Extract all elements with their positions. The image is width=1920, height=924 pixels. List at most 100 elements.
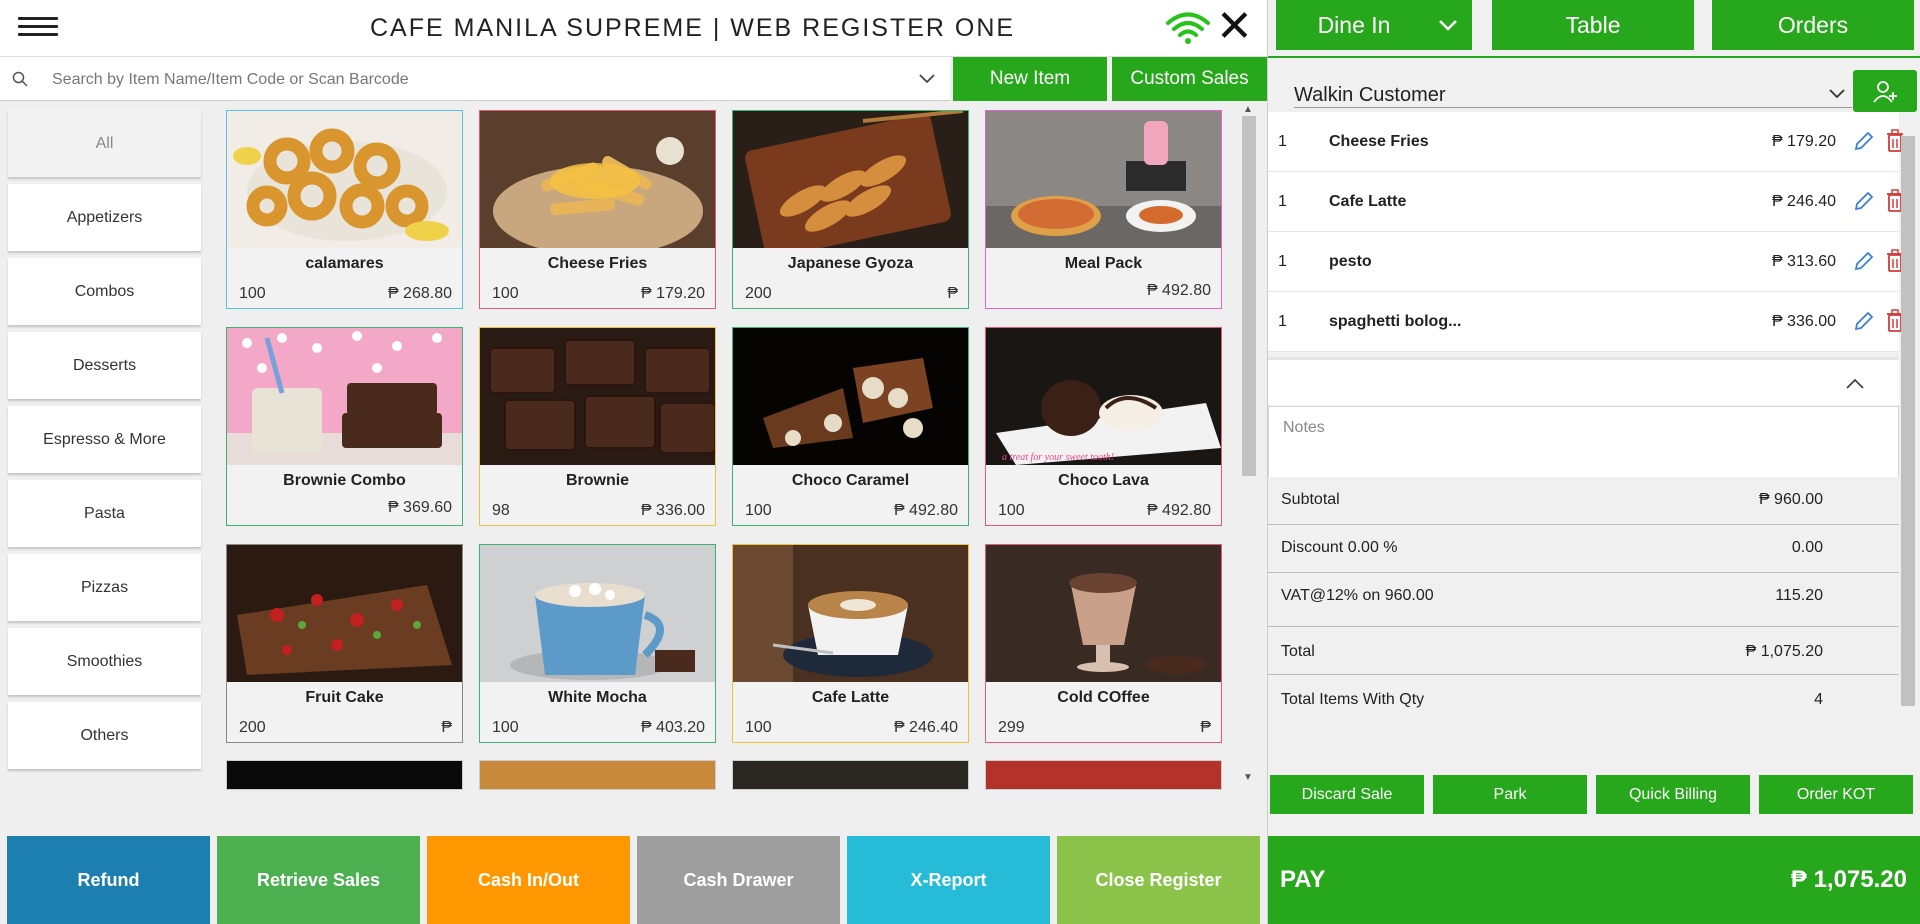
refund-button[interactable]: Refund (7, 836, 210, 924)
product-stock: 100 (492, 719, 519, 736)
product-image (480, 328, 715, 465)
product-card[interactable]: Fruit Cake 200 ₱ (226, 544, 463, 743)
discount-value: 0.00 (1791, 539, 1823, 556)
items-row: Total Items With Qty 4 (1268, 675, 1899, 723)
close-register-button[interactable]: Close Register (1057, 836, 1260, 924)
product-image (227, 111, 462, 248)
cart-item-price: ₱ 336.00 (1771, 313, 1836, 330)
product-card[interactable]: Meal Pack ₱ 492.80 (985, 110, 1222, 309)
x-report-button[interactable]: X-Report (847, 836, 1050, 924)
product-card[interactable]: Japanese Gyoza 200 ₱ (732, 110, 969, 309)
category-smoothies[interactable]: Smoothies (8, 628, 201, 695)
category-combos[interactable]: Combos (8, 258, 201, 325)
product-card-partial[interactable] (226, 760, 463, 790)
cash-drawer-button[interactable]: Cash Drawer (637, 836, 840, 924)
scroll-down-icon[interactable]: ▼ (1243, 772, 1253, 783)
product-stock: 100 (998, 502, 1025, 519)
category-espresso[interactable]: Espresso & More (8, 406, 201, 473)
search-bar (0, 57, 950, 101)
product-card[interactable]: a treat for your sweet tooth! Choco Lava… (985, 327, 1222, 526)
order-scrollbar[interactable] (1900, 132, 1916, 722)
product-price: ₱ 179.20 (640, 285, 705, 302)
category-all[interactable]: All (8, 110, 201, 177)
cart-item-price: ₱ 313.60 (1771, 253, 1836, 270)
dine-in-dropdown[interactable]: Dine In (1276, 0, 1472, 50)
table-button[interactable]: Table (1492, 0, 1694, 50)
retrieve-sales-button[interactable]: Retrieve Sales (217, 836, 420, 924)
chevron-down-icon[interactable] (918, 73, 936, 85)
category-desserts[interactable]: Desserts (8, 332, 201, 399)
product-name: Cheese Fries (547, 255, 648, 272)
cart-item-name: pesto (1329, 253, 1372, 270)
notes-field[interactable] (1268, 406, 1899, 478)
pay-amount: ₱ 1,075.20 (1790, 866, 1907, 893)
order-panel: Dine In Table Orders Walkin Customer 1 C… (1267, 0, 1920, 924)
orders-button[interactable]: Orders (1712, 0, 1914, 50)
divider (1268, 56, 1920, 58)
vat-row: VAT@12% on 960.00 115.20 (1268, 573, 1899, 627)
product-stock: 200 (239, 719, 266, 736)
category-appetizers[interactable]: Appetizers (8, 184, 201, 251)
product-card[interactable]: White Mocha 100 ₱ 403.20 (479, 544, 716, 743)
cart-row[interactable]: 1 pesto ₱ 313.60 (1268, 232, 1903, 292)
discount-row: Discount 0.00 % 0.00 (1268, 525, 1899, 573)
chevron-down-icon (1439, 20, 1457, 31)
dine-in-label: Dine In (1317, 12, 1391, 38)
edit-icon[interactable] (1853, 130, 1875, 152)
product-card[interactable]: Choco Caramel 100 ₱ 492.80 (732, 327, 969, 526)
total-label: Total (1281, 643, 1315, 660)
chevron-up-icon[interactable] (1845, 378, 1865, 390)
product-name: Brownie Combo (283, 472, 406, 489)
edit-icon[interactable] (1853, 250, 1875, 272)
close-icon[interactable]: ✕ (1216, 5, 1253, 49)
product-card[interactable]: Cafe Latte 100 ₱ 246.40 (732, 544, 969, 743)
edit-icon[interactable] (1853, 310, 1875, 332)
product-price: ₱ 492.80 (1146, 502, 1211, 519)
custom-sales-button[interactable]: Custom Sales (1112, 57, 1267, 101)
product-stock: 98 (492, 502, 510, 519)
product-card-partial[interactable] (985, 760, 1222, 790)
discount-label: Discount 0.00 % (1281, 539, 1398, 556)
cart-row[interactable]: 1 Cheese Fries ₱ 179.20 (1268, 112, 1903, 172)
product-card[interactable]: Cheese Fries 100 ₱ 179.20 (479, 110, 716, 309)
new-item-button[interactable]: New Item (953, 57, 1107, 101)
add-customer-button[interactable] (1853, 70, 1917, 112)
product-card[interactable]: Cold COffee 299 ₱ (985, 544, 1222, 743)
discard-sale-button[interactable]: Discard Sale (1270, 775, 1424, 814)
product-card[interactable]: calamares 100 ₱ 268.80 (226, 110, 463, 309)
product-price: ₱ 369.60 (387, 499, 452, 516)
product-price: ₱ 246.40 (893, 719, 958, 736)
cart-item-price: ₱ 246.40 (1771, 193, 1836, 210)
scroll-up-icon[interactable]: ▲ (1243, 104, 1253, 115)
park-button[interactable]: Park (1433, 775, 1587, 814)
category-pizzas[interactable]: Pizzas (8, 554, 201, 621)
scrollbar-thumb[interactable] (1901, 136, 1915, 706)
hamburger-menu-icon[interactable] (18, 12, 58, 44)
product-scrollbar[interactable]: ▲ ▼ (1240, 104, 1256, 784)
pay-button[interactable]: PAY ₱ 1,075.20 (1268, 836, 1920, 924)
cart-row[interactable]: 1 Cafe Latte ₱ 246.40 (1268, 172, 1903, 232)
cart-row[interactable]: 1 spaghetti bolog... ₱ 336.00 (1268, 292, 1903, 352)
product-price: ₱ 336.00 (640, 502, 705, 519)
cart-item-name: Cheese Fries (1329, 133, 1429, 150)
search-input[interactable] (52, 66, 902, 94)
product-card[interactable]: Brownie Combo ₱ 369.60 (226, 327, 463, 526)
category-pasta[interactable]: Pasta (8, 480, 201, 547)
product-card[interactable]: Brownie 98 ₱ 336.00 (479, 327, 716, 526)
product-card-partial[interactable] (479, 760, 716, 790)
quick-billing-button[interactable]: Quick Billing (1596, 775, 1750, 814)
product-card-partial[interactable] (732, 760, 969, 790)
order-kot-button[interactable]: Order KOT (1759, 775, 1913, 814)
product-name: Fruit Cake (305, 689, 384, 706)
product-name: Brownie (565, 472, 630, 489)
category-others[interactable]: Others (8, 702, 201, 769)
edit-icon[interactable] (1853, 190, 1875, 212)
customer-select[interactable]: Walkin Customer (1294, 80, 1852, 108)
wifi-icon (1166, 12, 1210, 44)
product-stock: 299 (998, 719, 1025, 736)
scrollbar-thumb[interactable] (1242, 116, 1256, 476)
notes-toggle[interactable] (1268, 357, 1899, 405)
cash-in-out-button[interactable]: Cash In/Out (427, 836, 630, 924)
cart-item-price: ₱ 179.20 (1771, 133, 1836, 150)
product-stock: 100 (745, 719, 772, 736)
